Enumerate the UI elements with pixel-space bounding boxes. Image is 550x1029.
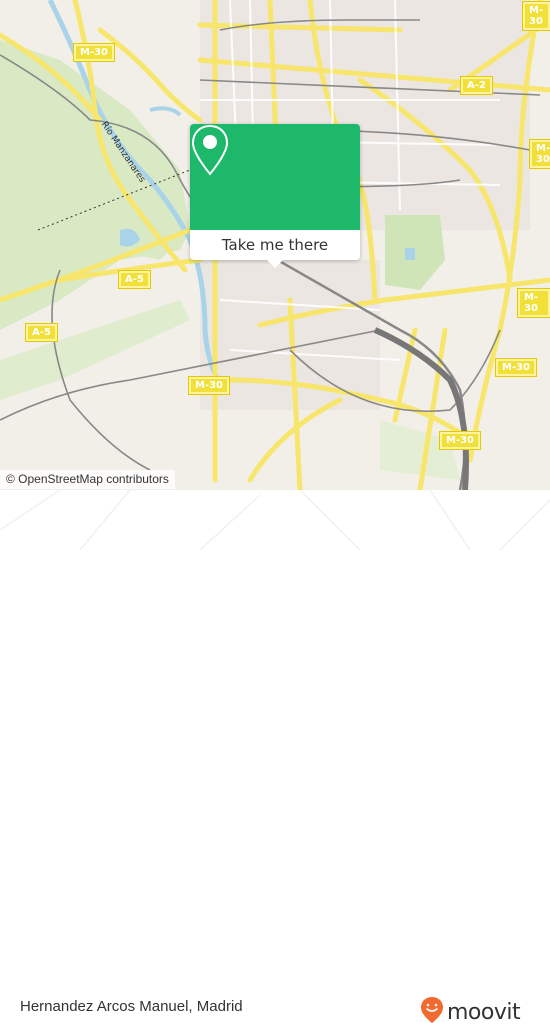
road-shield: A-5 xyxy=(118,270,151,289)
road-shield: M-30 xyxy=(72,43,116,62)
footer-background-pattern xyxy=(0,490,550,550)
road-shield: A-5 xyxy=(25,323,58,342)
road-shield: M-30 xyxy=(522,1,550,31)
road-shield: M-30 xyxy=(528,139,550,169)
moovit-smile-pin-icon xyxy=(420,996,444,1029)
map-attribution[interactable]: © OpenStreetMap contributors xyxy=(0,470,175,489)
location-popup: Take me there xyxy=(190,124,360,268)
road-shield: M-30 xyxy=(438,431,482,450)
road-shield: M-30 xyxy=(494,358,538,377)
brand-name: moovit xyxy=(447,1000,521,1025)
road-shield: M-30 xyxy=(517,288,550,318)
popup-header xyxy=(190,124,360,230)
place-name: Hernandez Arcos Manuel, Madrid xyxy=(20,998,243,1015)
footer: Hernandez Arcos Manuel, Madrid moovit xyxy=(0,490,550,1025)
map-view[interactable]: M-30 A-2 M-30 M-30 M-30 M-30 A-5 A-5 M-3… xyxy=(0,0,550,490)
popup-tail xyxy=(267,260,283,268)
road-shield: M-30 xyxy=(187,376,231,395)
moovit-logo[interactable]: moovit xyxy=(420,996,521,1029)
take-me-there-button[interactable]: Take me there xyxy=(190,230,360,260)
road-shield: A-2 xyxy=(460,76,493,95)
